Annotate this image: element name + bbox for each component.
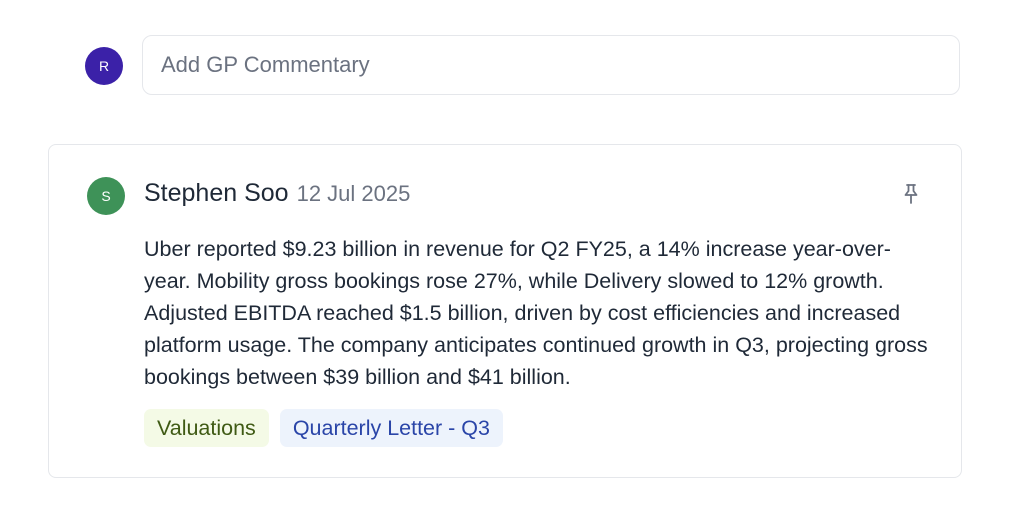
tag-valuations[interactable]: Valuations xyxy=(144,409,269,447)
tag-list: Valuations Quarterly Letter - Q3 xyxy=(144,409,503,447)
tag-quarterly-letter-q3[interactable]: Quarterly Letter - Q3 xyxy=(279,409,503,447)
commentary-composer: R xyxy=(85,35,962,97)
comment-body: Uber reported $9.23 billion in revenue f… xyxy=(144,237,928,389)
comment-header: Stephen Soo 12 Jul 2025 xyxy=(144,179,410,208)
pin-icon[interactable] xyxy=(901,182,921,206)
author-avatar: S xyxy=(87,177,125,215)
comment-date: 12 Jul 2025 xyxy=(296,181,411,206)
current-user-avatar: R xyxy=(85,47,123,85)
author-name: Stephen Soo xyxy=(144,179,289,207)
gp-commentary-input[interactable] xyxy=(142,35,960,95)
comment-card: S Stephen Soo 12 Jul 2025 Uber reported … xyxy=(48,144,962,478)
